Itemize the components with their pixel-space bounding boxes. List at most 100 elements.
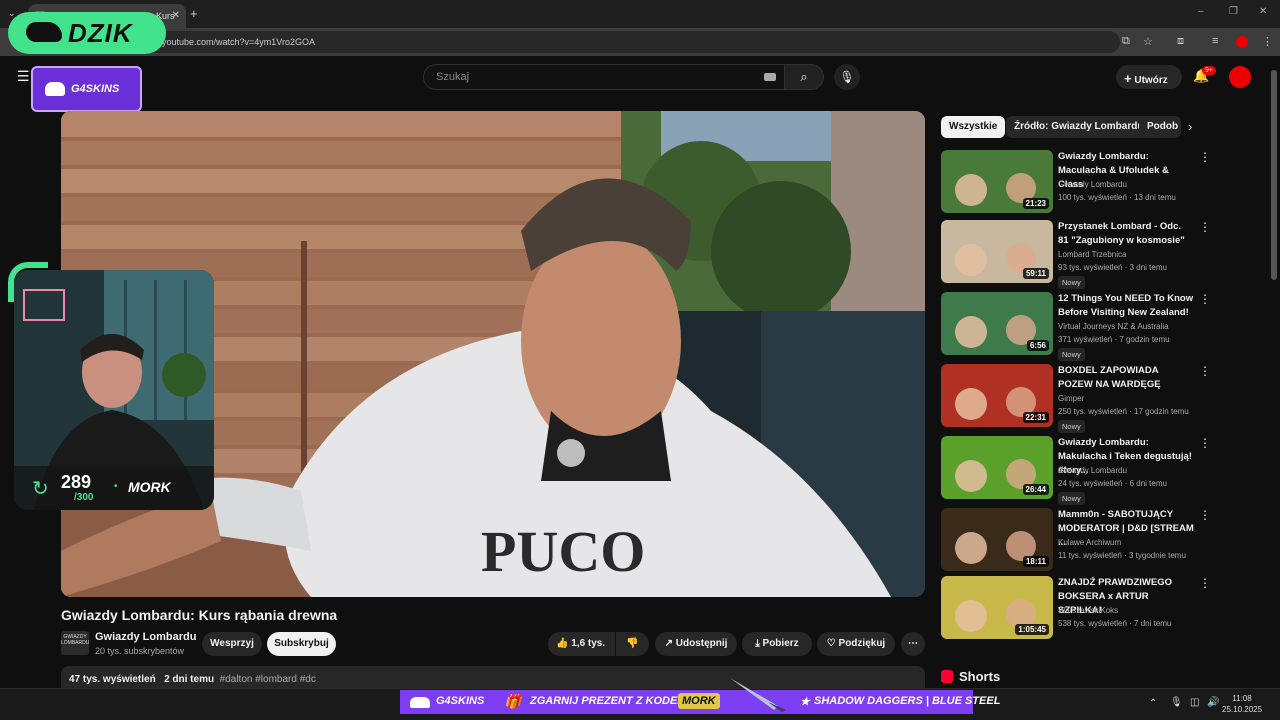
more-horizontal-icon: ⋯	[908, 638, 918, 649]
channel-avatar-text: GWIAZDY LOMBARDU	[61, 634, 90, 646]
recommendation-channel[interactable]: Gwiazdy Lombardu	[1058, 466, 1127, 475]
recommendation-item[interactable]: 26:44 Gwiazdy Lombardu: Makulacha i Teken…	[941, 436, 1211, 505]
support-button[interactable]: Wesprzyj	[202, 632, 262, 656]
search-button[interactable]: ⌕	[784, 64, 824, 90]
hamburger-menu-icon[interactable]: ☰	[17, 68, 30, 85]
recommendation-item[interactable]: 6:56 12 Things You NEED To Know Before Vi…	[941, 292, 1211, 361]
chip-source-channel[interactable]: Źródło: Gwiazdy Lombardu	[1006, 116, 1152, 138]
g4skins-logo: G4SKINS	[31, 66, 142, 112]
recommendation-item[interactable]: 22:31 BOXDEL ZAPOWIADA POZEW NA WARDĘGĘ Gi…	[941, 364, 1211, 433]
chip-all[interactable]: Wszystkie	[941, 116, 1006, 138]
dislike-button[interactable]: 👎	[616, 632, 649, 656]
hashtags[interactable]: #dalton #lombard #dc	[220, 674, 316, 685]
bookmark-star-icon[interactable]: ☆	[1143, 35, 1153, 48]
keyboard-icon[interactable]	[764, 73, 776, 81]
volume-icon[interactable]: 🔊	[1207, 697, 1219, 708]
recommendation-menu-icon[interactable]: ⋮	[1199, 150, 1211, 164]
cast-icon[interactable]: ⧉	[1122, 35, 1130, 48]
recommendation-thumbnail[interactable]: 6:56	[941, 292, 1053, 355]
recommendation-menu-icon[interactable]: ⋮	[1199, 292, 1211, 306]
shorts-icon	[941, 670, 953, 683]
recommendation-channel[interactable]: WarszawskiKoks	[1058, 606, 1118, 615]
recommendation-item[interactable]: 18:11 Mamm0n - SABOTUJĄCY MODERATOR | D&D…	[941, 508, 1211, 572]
recommendation-title[interactable]: BOXDEL ZAPOWIADA POZEW NA WARDĘGĘ	[1058, 364, 1194, 392]
search-icon: ⌕	[800, 69, 808, 84]
recommendation-channel[interactable]: Lombard Trzebnica	[1058, 250, 1126, 259]
recommendation-item[interactable]: 21:23 Gwiazdy Lombardu: Maculacha & Ufolu…	[941, 150, 1211, 214]
download-label: Pobierz	[762, 638, 799, 649]
recommendation-thumbnail[interactable]: 22:31	[941, 364, 1053, 427]
thanks-button[interactable]: ♡ Podziękuj	[817, 632, 895, 656]
browser-menu-icon[interactable]: ⋮	[1262, 35, 1273, 48]
svg-text:PUCO: PUCO	[481, 519, 645, 584]
page-scrollbar[interactable]	[1271, 70, 1277, 280]
recommendation-meta: 11 tys. wyświetleń · 3 tygodnie temu	[1058, 551, 1186, 560]
recommendation-channel[interactable]: Virtual Journeys NZ & Australia	[1058, 322, 1169, 331]
recommendation-channel[interactable]: Gwiazdy Lombardu	[1058, 180, 1127, 189]
chip-similar[interactable]: Podob	[1139, 116, 1181, 138]
profile-avatar-icon[interactable]	[1236, 36, 1248, 48]
share-icon: ↗	[664, 638, 673, 649]
video-title: Gwiazdy Lombardu: Kurs rąbania drewna	[61, 607, 338, 623]
recommendation-title[interactable]: Przystanek Lombard - Odc. 81 "Zagubiony …	[1058, 220, 1194, 248]
shorts-label: Shorts	[959, 669, 1001, 684]
new-tab-icon[interactable]: +	[190, 6, 198, 21]
recommendation-menu-icon[interactable]: ⋮	[1199, 576, 1211, 590]
dzik-text: DZIK	[68, 18, 133, 48]
recommendation-title[interactable]: 12 Things You NEED To Know Before Visiti…	[1058, 292, 1194, 320]
recommendation-meta: 93 tys. wyświetleń · 3 dni temu	[1058, 263, 1167, 272]
user-avatar[interactable]	[1229, 66, 1251, 88]
recommendation-menu-icon[interactable]: ⋮	[1199, 436, 1211, 450]
like-button[interactable]: 👍 1,6 tys.	[548, 632, 615, 656]
chips-next-chevron-icon[interactable]: ›	[1188, 119, 1192, 134]
channel-name[interactable]: Gwiazdy Lombardu	[95, 631, 196, 643]
channel-avatar[interactable]: GWIAZDY LOMBARDU	[61, 631, 89, 655]
clock-time: 11:08	[1232, 694, 1252, 703]
recommendation-item[interactable]: 59:11 Przystanek Lombard - Odc. 81 "Zagub…	[941, 220, 1211, 289]
new-badge: Nowy	[1058, 276, 1085, 289]
extensions-icon[interactable]: ⧈	[1177, 35, 1184, 48]
video-duration: 6:56	[1026, 340, 1049, 351]
download-button[interactable]: ⤓ Pobierz	[742, 632, 812, 656]
microphone-icon: 🎙	[839, 70, 855, 84]
recommendation-meta: 538 tys. wyświetleń · 7 dni temu	[1058, 619, 1172, 628]
more-actions-button[interactable]: ⋯	[901, 632, 925, 656]
g4skins-text: G4SKINS	[71, 83, 120, 95]
banner-item: SHADOW DAGGERS | BLUE STEEL	[814, 695, 1001, 707]
recommendation-thumbnail[interactable]: 21:23	[941, 150, 1053, 213]
close-window-icon[interactable]: ✕	[1259, 6, 1267, 17]
recommendation-item[interactable]: 1:05:45 ZNAJDŹ PRAWDZIWEGO BOKSERA x ARTU…	[941, 576, 1211, 640]
create-button[interactable]: + Utwórz	[1116, 65, 1182, 89]
address-bar-row: youtube.com/watch?v=4ym1Vro2GOA	[0, 28, 1280, 56]
restore-icon[interactable]: ❐	[1229, 6, 1238, 17]
webcam-feed	[14, 270, 214, 510]
search-input[interactable]: Szukaj	[423, 64, 785, 90]
taskbar-clock[interactable]: 11:08 25.10.2025	[1222, 693, 1262, 715]
recommendation-menu-icon[interactable]: ⋮	[1199, 508, 1211, 522]
close-tab-icon[interactable]: ✕	[172, 10, 180, 21]
recommendation-channel[interactable]: Gimper	[1058, 394, 1084, 403]
recommendation-thumbnail[interactable]: 1:05:45	[941, 576, 1053, 639]
subscribe-button[interactable]: Subskrybuj	[267, 632, 336, 656]
thanks-label: Podziękuj	[838, 638, 886, 649]
minimize-icon[interactable]: –	[1198, 6, 1204, 17]
share-button[interactable]: ↗ Udostępnij	[655, 632, 737, 656]
recommendation-meta: 24 tys. wyświetleń · 6 dni temu	[1058, 479, 1167, 488]
search-placeholder: Szukaj	[436, 71, 470, 83]
recommendation-channel[interactable]: Kulawe Archiwum	[1058, 538, 1121, 547]
url-field[interactable]: youtube.com/watch?v=4ym1Vro2GOA	[140, 31, 1120, 53]
network-icon[interactable]: ◫	[1190, 697, 1199, 708]
recommendation-thumbnail[interactable]: 59:11	[941, 220, 1053, 283]
notification-count-badge: 9+	[1202, 66, 1216, 75]
subscriber-count: 20 tys. subskrybentów	[95, 646, 185, 656]
shorts-section-heading: Shorts	[941, 669, 1000, 684]
tray-chevron-icon[interactable]: ⌃	[1149, 698, 1157, 709]
reading-list-icon[interactable]: ≡	[1212, 35, 1218, 47]
tray-mic-icon[interactable]: 🎙	[1170, 697, 1183, 708]
recommendation-menu-icon[interactable]: ⋮	[1199, 364, 1211, 378]
recommendation-thumbnail[interactable]: 26:44	[941, 436, 1053, 499]
voice-search-button[interactable]: 🎙	[834, 64, 860, 90]
recommendation-thumbnail[interactable]: 18:11	[941, 508, 1053, 571]
recommendation-menu-icon[interactable]: ⋮	[1199, 220, 1211, 234]
cam-total: /300	[74, 492, 94, 503]
